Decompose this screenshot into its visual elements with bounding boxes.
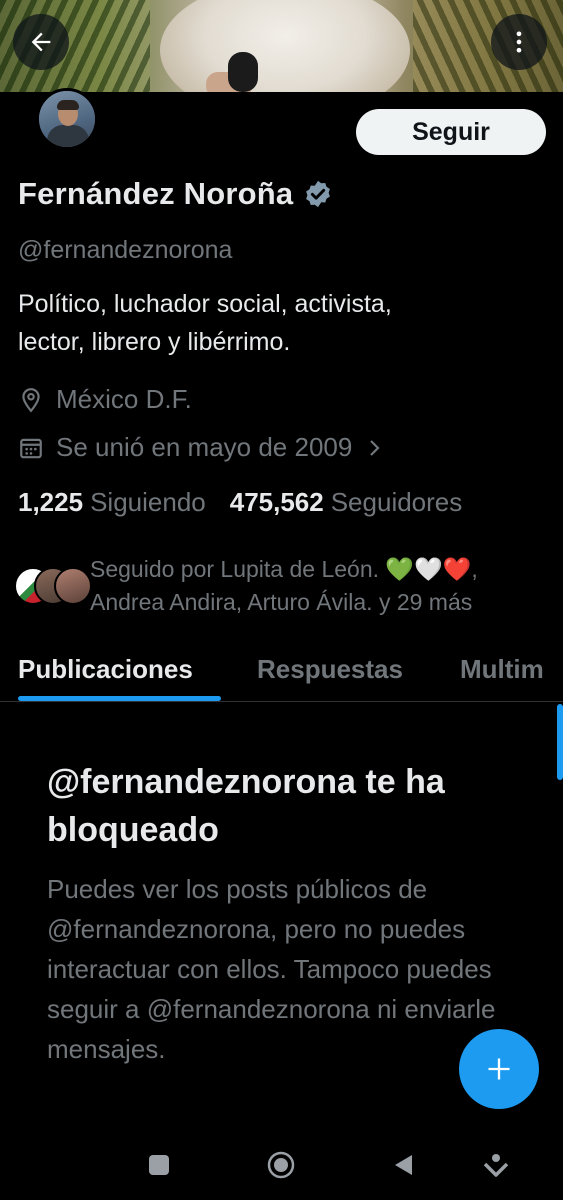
compose-button[interactable]	[459, 1029, 539, 1109]
profile-tabs: Publicaciones Respuestas Multim	[0, 650, 563, 702]
back-button[interactable]	[13, 14, 69, 70]
profile-location: México D.F.	[18, 384, 192, 415]
following-link[interactable]: 1,225 Siguiendo	[18, 487, 206, 518]
avatar-hair	[57, 100, 79, 110]
followed-by-line: Andrea Andira, Arturo Ávila. y 29 más	[90, 589, 473, 615]
location-text: México D.F.	[56, 384, 192, 414]
chevron-right-icon	[370, 439, 380, 456]
system-back-button[interactable]	[386, 1148, 420, 1182]
scrollbar[interactable]	[557, 704, 563, 780]
profile-name: Fernández Noroña	[18, 176, 294, 211]
avatar-body	[47, 125, 89, 147]
location-pin-icon	[22, 387, 40, 412]
followers-link[interactable]: 475,562 Seguidores	[230, 487, 463, 518]
home-button[interactable]	[264, 1148, 298, 1182]
followers-count: 475,562	[229, 487, 324, 517]
more-vertical-icon	[516, 31, 522, 53]
profile-banner[interactable]	[0, 0, 563, 92]
verified-badge-icon[interactable]	[303, 179, 333, 209]
follow-stats: 1,225 Siguiendo 475,562 Seguidores	[18, 487, 462, 518]
bio-line: Político, luchador social, activista,	[18, 290, 392, 318]
joined-text: Se unió en mayo de 2009	[56, 432, 353, 462]
followed-by-line: Seguido por Lupita de León. 💚🤍❤️,	[90, 556, 478, 582]
more-options-button[interactable]	[491, 14, 547, 70]
following-count: 1,225	[18, 487, 84, 517]
blocked-title: @fernandeznorona te ha bloqueado	[47, 763, 445, 849]
profile-name-row: Fernández Noroña	[18, 176, 333, 212]
system-nav-bar	[0, 1130, 563, 1200]
banner-microphone	[228, 52, 258, 92]
followers-label: Seguidores	[330, 487, 463, 517]
plus-icon	[488, 1058, 510, 1080]
home-circle-icon	[267, 1151, 295, 1179]
arrow-left-icon	[31, 32, 51, 52]
tab-respuestas[interactable]: Respuestas	[257, 654, 403, 685]
tab-publicaciones[interactable]: Publicaciones	[18, 654, 193, 685]
followed-by-text: Seguido por Lupita de León. 💚🤍❤️, Andrea…	[90, 553, 550, 619]
follower-avatar	[54, 567, 92, 605]
calendar-icon	[20, 438, 42, 458]
profile-bio: Político, luchador social, activista, le…	[18, 285, 538, 361]
active-tab-indicator	[18, 696, 221, 701]
follow-button[interactable]: Seguir	[356, 109, 546, 155]
following-label: Siguiendo	[90, 487, 206, 517]
followed-by-section[interactable]: Seguido por Lupita de León. 💚🤍❤️, Andrea…	[14, 553, 550, 619]
banner-person	[160, 0, 410, 92]
followed-by-avatars	[14, 567, 92, 607]
chevron-down-icon	[483, 1154, 509, 1177]
bio-line: lector, librero y libérrimo.	[18, 328, 291, 356]
back-triangle-icon	[395, 1155, 412, 1175]
recent-apps-button[interactable]	[142, 1148, 176, 1182]
recent-apps-icon	[149, 1155, 169, 1175]
blocked-description: Puedes ver los posts públicos de @fernan…	[47, 874, 496, 1064]
assistant-button[interactable]	[479, 1148, 513, 1182]
profile-joined[interactable]: Se unió en mayo de 2009	[18, 432, 396, 463]
profile-handle: @fernandeznorona	[18, 236, 233, 264]
profile-avatar[interactable]	[36, 88, 98, 150]
tab-multimedia[interactable]: Multim	[460, 654, 544, 685]
